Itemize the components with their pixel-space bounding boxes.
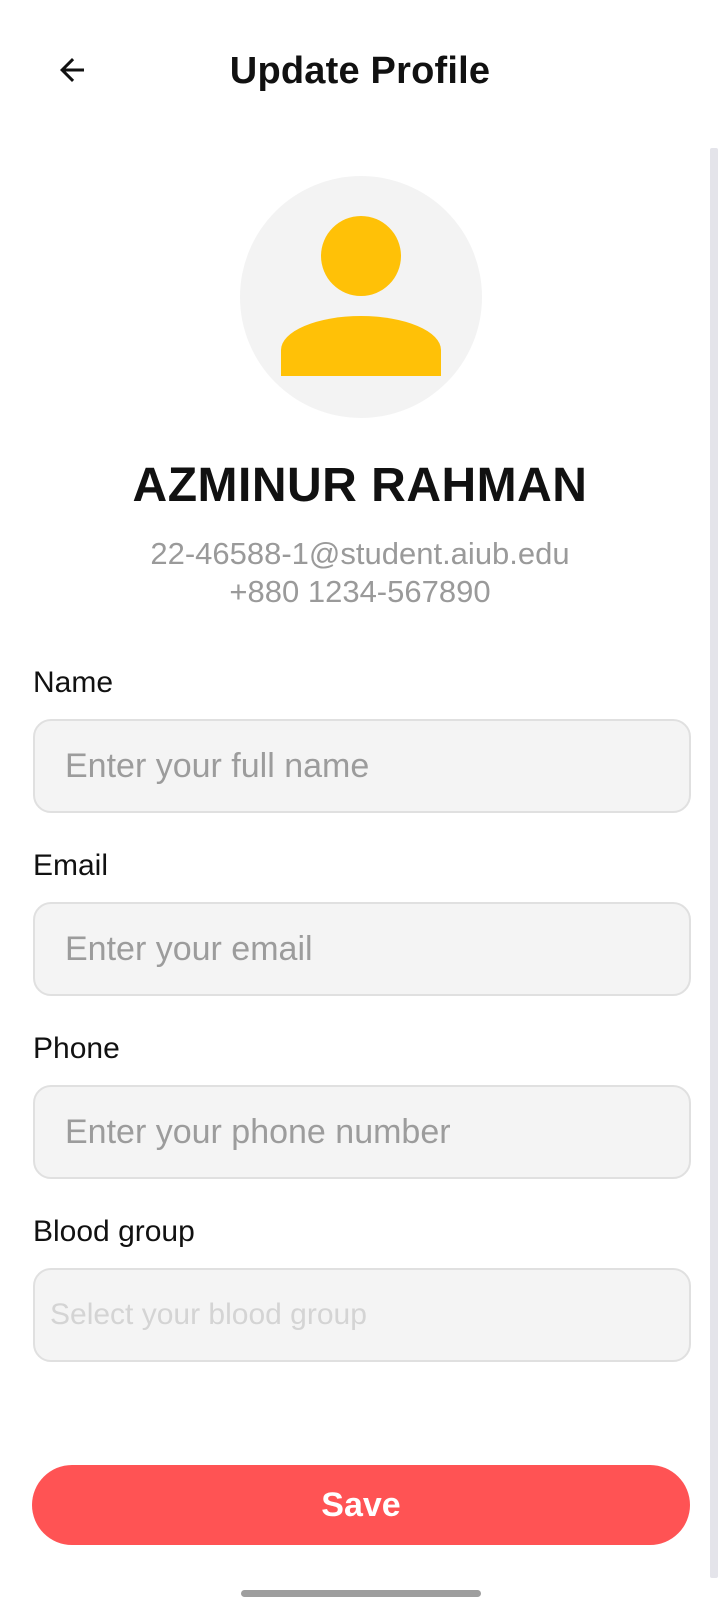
blood-group-label: Blood group (33, 1215, 195, 1248)
profile-phone: +880 1234-567890 (229, 574, 491, 609)
profile-name: AZMINUR RAHMAN (132, 459, 588, 512)
phone-label: Phone (33, 1032, 120, 1065)
person-icon-body (281, 316, 441, 376)
email-input[interactable] (33, 902, 691, 996)
avatar[interactable] (240, 176, 482, 418)
name-label: Name (33, 666, 114, 699)
page-title: Update Profile (229, 50, 491, 92)
blood-group-select[interactable]: Select your blood group (33, 1268, 691, 1362)
profile-email: 22-46588-1@student.aiub.edu (150, 536, 570, 571)
blood-group-placeholder: Select your blood group (50, 1298, 367, 1331)
save-button[interactable]: Save (32, 1465, 690, 1545)
phone-input[interactable] (33, 1085, 691, 1179)
update-profile-screen: Update Profile AZMINUR RAHMAN 22-46588-1… (0, 0, 720, 1600)
email-label: Email (33, 849, 109, 882)
home-indicator[interactable] (241, 1590, 481, 1597)
person-icon-head (321, 216, 401, 296)
scrollbar[interactable] (710, 148, 718, 1578)
name-input[interactable] (33, 719, 691, 813)
header: Update Profile (0, 0, 720, 145)
